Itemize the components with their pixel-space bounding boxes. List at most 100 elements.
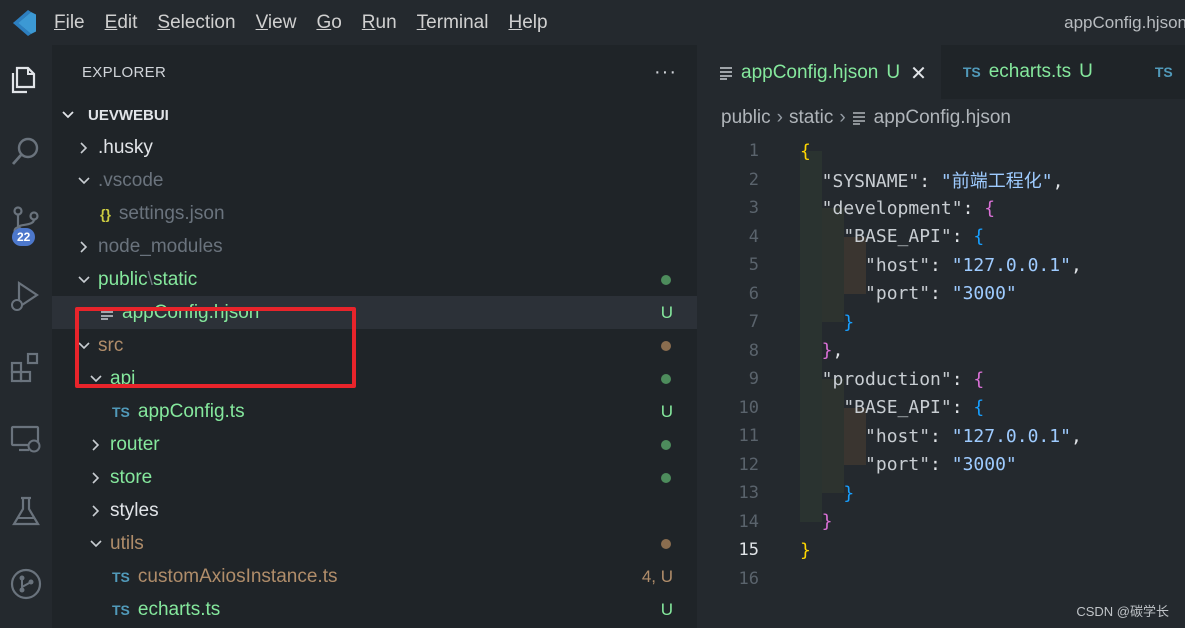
code-line[interactable]: 1{ [697,137,1185,166]
chevron-down-icon [76,338,92,354]
code-text: "SYSNAME": "前端工程化", [800,167,1064,193]
line-number: 12 [738,454,759,475]
line-number: 3 [748,198,759,219]
line-number: 8 [748,340,759,361]
run-debug-icon[interactable] [0,272,52,320]
git-status-label: U [660,302,673,322]
code-token: "host" [800,254,931,276]
code-line[interactable]: 12 "port": "3000" [697,451,1185,480]
code-line[interactable]: 9 "production": { [697,365,1185,394]
folder-item[interactable]: node_modules [52,230,697,263]
typescript-file-icon: TS [112,568,130,585]
code-line[interactable]: 7 } [697,308,1185,337]
breadcrumb: public › static › appConfig.hjson [697,99,1185,137]
menu-view[interactable]: View [246,0,307,45]
tab-label: echarts.ts [988,61,1072,82]
file-item[interactable]: TS customAxiosInstance.ts 4, U [52,560,697,593]
folder-item[interactable]: .husky [52,131,697,164]
code-line[interactable]: 8 }, [697,337,1185,366]
git-graph-icon[interactable] [0,560,52,608]
folder-item[interactable]: public \ static [52,263,697,296]
code-token: : [919,170,941,192]
file-item[interactable]: appConfig.hjson U [52,296,697,329]
line-number: 11 [738,426,759,447]
code-line[interactable]: 4 "BASE_API": { [697,223,1185,252]
file-tree: .husky .vscode {} settings.json node_modules… [52,131,697,626]
workspace-folder-header[interactable]: UEVWEBUI [52,99,697,131]
code-editor[interactable]: 1{2 "SYSNAME": "前端工程化", 3 "development": … [697,137,1185,593]
file-item[interactable]: {} settings.json [52,197,697,230]
code-text: } [800,483,854,504]
code-line[interactable]: 6 "port": "3000" [697,280,1185,309]
code-line[interactable]: 14 } [697,508,1185,537]
close-icon[interactable]: ✕ [910,61,927,86]
folder-item[interactable]: styles [52,494,697,527]
code-text: "BASE_API": { [800,226,984,247]
chevron-down-icon [76,173,92,189]
tab-echarts-ts[interactable]: TS echarts.ts U [941,45,1133,99]
item-label: store [110,466,153,488]
explorer-title: EXPLORER [82,63,167,81]
code-text: "port": "3000" [800,283,1017,304]
testing-icon[interactable] [0,488,52,536]
breadcrumb-public[interactable]: public [721,107,771,129]
code-line[interactable]: 11 "host": "127.0.0.1", [697,422,1185,451]
folder-item[interactable]: utils [52,527,697,560]
json-file-icon: {} [100,205,111,222]
item-label: echarts.ts [137,598,221,620]
chevron-right-icon [76,140,92,156]
code-line[interactable]: 3 "development": { [697,194,1185,223]
code-line[interactable]: 15} [697,536,1185,565]
git-status-dot [661,472,671,483]
watermark: CSDN @碳学长 [1076,604,1169,619]
code-token: , [1052,170,1064,192]
menu-run[interactable]: Run [352,0,407,45]
code-token: "127.0.0.1" [951,254,1071,276]
hjson-file-icon [852,111,866,125]
more-actions-icon[interactable]: ··· [654,61,677,84]
menu-go[interactable]: Go [306,0,351,45]
explorer-icon[interactable] [0,56,52,104]
git-status-dot [661,439,671,450]
menu-file[interactable]: File [44,0,95,45]
code-line[interactable]: 13 } [697,479,1185,508]
tab-git-status: U [886,62,901,83]
remote-explorer-icon[interactable] [0,415,52,463]
code-token: "BASE_API" [800,397,952,419]
code-line[interactable]: 10 "BASE_API": { [697,394,1185,423]
item-label: .vscode [98,169,164,191]
code-token: { [984,197,996,219]
editor-area: appConfig.hjson U ✕ TS echarts.ts U TS public … [697,45,1185,628]
code-line[interactable]: 16 [697,565,1185,594]
folder-item[interactable]: api [52,362,697,395]
folder-item[interactable]: router [52,428,697,461]
menu-selection[interactable]: Selection [147,0,245,45]
folder-item[interactable]: src [52,329,697,362]
breadcrumb-file[interactable]: appConfig.hjson [874,107,1011,129]
code-token: } [800,539,811,561]
typescript-file-icon: TS [112,601,130,618]
code-text: "host": "127.0.0.1", [800,426,1082,447]
code-line[interactable]: 2 "SYSNAME": "前端工程化", [697,166,1185,195]
extensions-icon[interactable] [0,343,52,391]
tab-appConfig-hjson[interactable]: appConfig.hjson U ✕ [697,45,941,100]
file-item[interactable]: TS echarts.ts U [52,593,697,626]
menu-help[interactable]: Help [498,0,557,45]
item-label: api [110,367,136,389]
window-title: appConfig.hjson [1064,13,1185,32]
file-item[interactable]: TS appConfig.ts U [52,395,697,428]
item-label: src [98,334,124,356]
line-number: 13 [738,483,759,504]
folder-item[interactable]: store [52,461,697,494]
item-label: styles [110,499,159,521]
folder-item[interactable]: .vscode [52,164,697,197]
tab-more[interactable]: TS [1133,45,1185,99]
breadcrumb-static[interactable]: static [789,107,833,129]
code-token: : [962,197,985,219]
search-icon[interactable] [0,127,52,175]
code-line[interactable]: 5 "host": "127.0.0.1", [697,251,1185,280]
menu-edit[interactable]: Edit [95,0,148,45]
menu-terminal[interactable]: Terminal [407,0,499,45]
line-number: 10 [738,397,759,418]
code-text: "port": "3000" [800,454,1017,475]
